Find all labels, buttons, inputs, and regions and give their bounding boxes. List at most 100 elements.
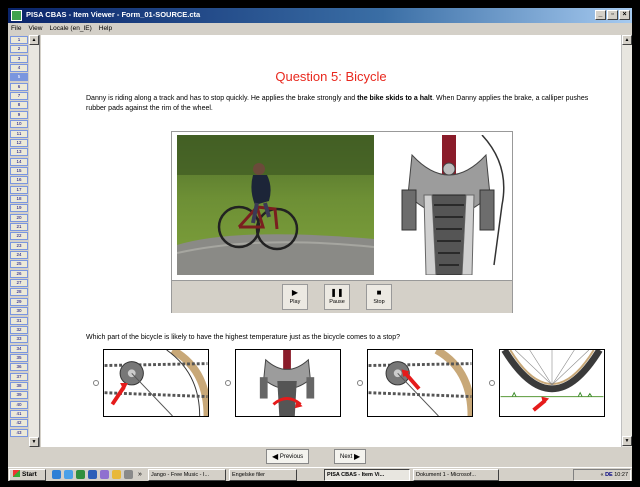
page-button-39[interactable]: 39 <box>10 391 28 400</box>
option-gear-hub[interactable] <box>357 349 487 417</box>
content-scrollbar[interactable]: ▲ ▼ <box>621 35 632 447</box>
option-radio[interactable] <box>93 380 99 386</box>
page-button-9[interactable]: 9 <box>10 110 28 119</box>
page-button-11[interactable]: 11 <box>10 129 28 138</box>
page-button-42[interactable]: 42 <box>10 419 28 428</box>
word-quicklaunch-icon[interactable] <box>88 470 97 479</box>
page-button-17[interactable]: 17 <box>10 185 28 194</box>
previous-button[interactable]: ◀ Previous <box>266 449 310 464</box>
rail-scroll-up-icon[interactable]: ▲ <box>29 35 39 45</box>
page-button-40[interactable]: 40 <box>10 400 28 409</box>
page-button-15[interactable]: 15 <box>10 166 28 175</box>
stop-icon: ■ <box>376 288 382 297</box>
task-engelske-filer[interactable]: Engelske filer <box>229 469 297 481</box>
page-button-33[interactable]: 33 <box>10 335 28 344</box>
page-button-34[interactable]: 34 <box>10 344 28 353</box>
restore-button[interactable]: ▫ <box>607 10 618 20</box>
tray-expand-icon[interactable]: « <box>600 472 603 478</box>
page-button-1[interactable]: 1 <box>10 36 28 44</box>
folder-quicklaunch-icon[interactable] <box>112 470 121 479</box>
stop-label: Stop <box>373 299 385 305</box>
option-brake-pads[interactable] <box>225 349 355 417</box>
page-button-16[interactable]: 16 <box>10 176 28 185</box>
page-button-27[interactable]: 27 <box>10 279 28 288</box>
play-icon: ▶ <box>291 288 299 297</box>
page-button-10[interactable]: 10 <box>10 120 28 129</box>
option-radio[interactable] <box>357 380 363 386</box>
scroll-down-icon[interactable]: ▼ <box>622 436 632 446</box>
page-button-25[interactable]: 25 <box>10 260 28 269</box>
previous-arrow-icon: ◀ <box>272 452 279 461</box>
menu-bar: File View Locale (en_IE) Help <box>8 23 632 34</box>
page-button-3[interactable]: 3 <box>10 54 28 63</box>
page-button-21[interactable]: 21 <box>10 223 28 231</box>
language-indicator[interactable]: DE <box>605 472 613 478</box>
navigation-bar: ◀ Previous Next ▶ <box>41 447 632 467</box>
menu-view[interactable]: View <box>28 23 42 34</box>
close-button[interactable]: × <box>619 10 630 20</box>
stop-button[interactable]: ■ Stop <box>366 284 392 310</box>
page-button-28[interactable]: 28 <box>10 288 28 297</box>
page-button-35[interactable]: 35 <box>10 353 28 362</box>
option-chain-gear[interactable] <box>93 349 223 417</box>
page-button-38[interactable]: 38 <box>10 381 28 390</box>
page-button-29[interactable]: 29 <box>10 297 28 306</box>
desktop-quicklaunch-icon[interactable] <box>124 470 133 479</box>
page-button-30[interactable]: 30 <box>10 307 28 316</box>
media-controls: ▶ Play ❚❚ Pause ■ Stop <box>172 280 512 313</box>
next-button[interactable]: Next ▶ <box>334 449 367 464</box>
brake-pads-image <box>235 349 341 417</box>
menu-help[interactable]: Help <box>99 23 112 34</box>
page-button-19[interactable]: 19 <box>10 204 28 213</box>
minimize-button[interactable]: _ <box>595 10 606 20</box>
page-button-5[interactable]: 5 <box>10 73 28 82</box>
rail-scroll-down-icon[interactable]: ▼ <box>29 437 39 447</box>
page-button-18[interactable]: 18 <box>10 194 28 203</box>
page-button-43[interactable]: 43 <box>10 428 28 437</box>
play-button[interactable]: ▶ Play <box>282 284 308 310</box>
page-button-31[interactable]: 31 <box>10 316 28 325</box>
explorer-quicklaunch-icon[interactable] <box>64 470 73 479</box>
start-button[interactable]: Start <box>9 469 46 481</box>
page-button-24[interactable]: 24 <box>10 251 28 260</box>
task-pisa-cbas[interactable]: PISA CBAS - Item Vi... <box>324 469 410 481</box>
task-dokument[interactable]: Dokument 1 - Microsof... <box>413 469 499 481</box>
menu-locale[interactable]: Locale (en_IE) <box>49 23 91 34</box>
next-label: Next <box>340 454 353 461</box>
option-radio[interactable] <box>489 380 495 386</box>
clock: 10:27 <box>614 472 628 478</box>
browser-quicklaunch-icon[interactable] <box>52 470 61 479</box>
page-button-13[interactable]: 13 <box>10 148 28 157</box>
rail-scrollbar[interactable] <box>29 35 39 447</box>
page-button-14[interactable]: 14 <box>10 157 28 166</box>
page-button-8[interactable]: 8 <box>10 101 28 110</box>
page-button-41[interactable]: 41 <box>10 410 28 418</box>
page-button-7[interactable]: 7 <box>10 92 28 101</box>
page-button-37[interactable]: 37 <box>10 372 28 381</box>
scroll-up-icon[interactable]: ▲ <box>622 35 632 45</box>
app-icon <box>11 10 22 21</box>
pause-button[interactable]: ❚❚ Pause <box>324 284 350 310</box>
system-tray: « DE 10:27 <box>573 469 631 481</box>
page-button-2[interactable]: 2 <box>10 45 28 54</box>
page-button-4[interactable]: 4 <box>10 64 28 73</box>
task-jango[interactable]: Jango - Free Music - I... <box>148 469 226 481</box>
option-tyre-ground[interactable] <box>489 349 619 417</box>
page-button-22[interactable]: 22 <box>10 232 28 241</box>
excel-quicklaunch-icon[interactable] <box>76 470 85 479</box>
media-quicklaunch-icon[interactable] <box>100 470 109 479</box>
intro-bold-text: the bike skids to a halt <box>357 95 433 102</box>
question-intro: Danny is riding along a track and has to… <box>86 94 606 114</box>
menu-file[interactable]: File <box>11 23 21 34</box>
page-button-12[interactable]: 12 <box>10 138 28 147</box>
page-button-36[interactable]: 36 <box>10 363 28 372</box>
page-button-6[interactable]: 6 <box>10 82 28 91</box>
page-button-32[interactable]: 32 <box>10 325 28 334</box>
page-button-23[interactable]: 23 <box>10 241 28 250</box>
page-button-20[interactable]: 20 <box>10 213 28 222</box>
page-button-26[interactable]: 26 <box>10 269 28 278</box>
quicklaunch-overflow-icon[interactable]: » <box>138 469 142 481</box>
window-title-bar[interactable]: PISA CBAS - Item Viewer - Form_01-SOURCE… <box>8 8 632 23</box>
page-rail: ▲ ▼ 1 2 3 4 5 6 7 8 9 10 11 12 13 14 15 16 17 18 19 20 21 22 2… <box>8 35 40 447</box>
option-radio[interactable] <box>225 380 231 386</box>
